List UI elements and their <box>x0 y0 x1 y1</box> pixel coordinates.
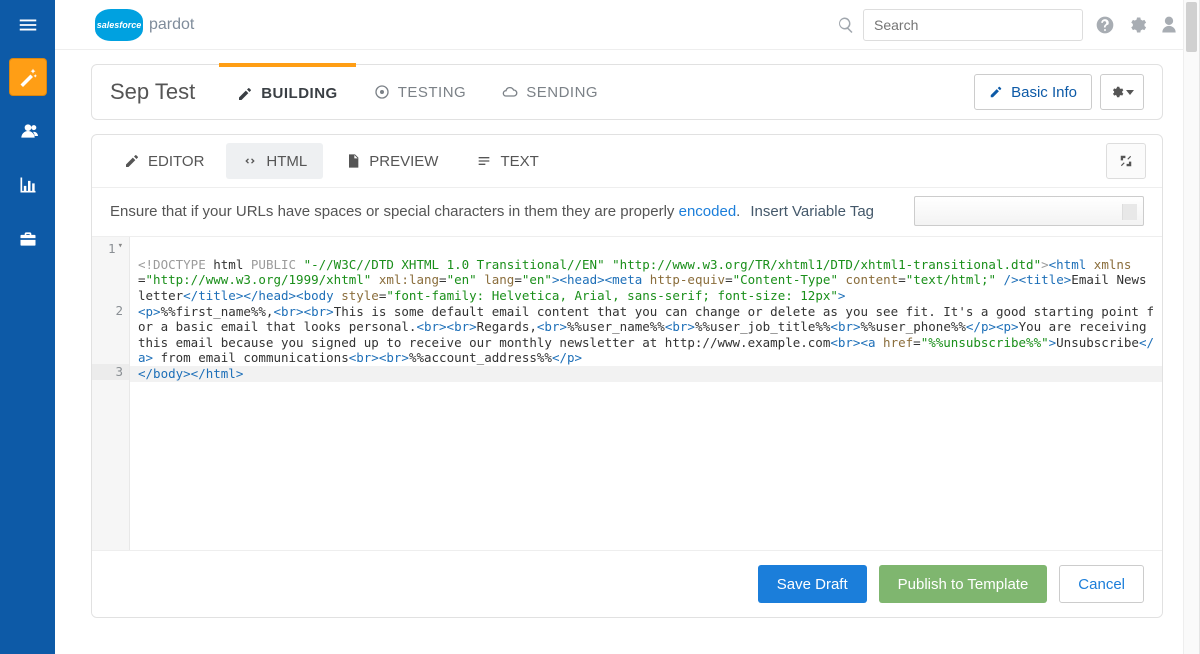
step-testing[interactable]: TESTING <box>356 64 485 120</box>
hamburger-icon <box>17 14 39 36</box>
header-menu-button[interactable] <box>1100 74 1144 110</box>
editor-panel: EDITOR HTML PREVIEW TEXT <box>91 134 1163 618</box>
brand-logo[interactable]: salesforce pardot <box>95 9 194 41</box>
target-icon <box>374 84 390 100</box>
menu-toggle[interactable] <box>0 0 55 50</box>
tab-preview[interactable]: PREVIEW <box>329 143 454 179</box>
nav-briefcase[interactable] <box>9 220 47 258</box>
tab-label: HTML <box>266 153 307 170</box>
tab-editor[interactable]: EDITOR <box>108 143 220 179</box>
page-scrollbar[interactable] <box>1183 0 1199 654</box>
brand-product: pardot <box>149 16 194 34</box>
gear-icon <box>1110 85 1124 99</box>
step-label: TESTING <box>398 84 467 101</box>
nav-analytics[interactable] <box>9 166 47 204</box>
line-gutter: 1▾ 2 3 <box>92 237 130 550</box>
insert-variable-select[interactable] <box>914 196 1144 226</box>
step-building[interactable]: BUILDING <box>219 63 356 120</box>
user-icon[interactable] <box>1159 15 1179 35</box>
tab-label: EDITOR <box>148 153 204 170</box>
basic-info-button[interactable]: Basic Info <box>974 74 1092 110</box>
tab-html[interactable]: HTML <box>226 143 323 179</box>
page-title: Sep Test <box>110 79 219 105</box>
basic-info-label: Basic Info <box>1011 84 1077 101</box>
editor-footer: Save Draft Publish to Template Cancel <box>92 550 1162 617</box>
document-icon <box>345 153 361 169</box>
people-icon <box>18 121 38 141</box>
info-bar: Ensure that if your URLs have spaces or … <box>92 187 1162 237</box>
briefcase-icon <box>18 229 38 249</box>
expand-icon <box>1119 154 1133 168</box>
cloud-icon <box>502 84 518 100</box>
tab-text[interactable]: TEXT <box>460 143 554 179</box>
expand-button[interactable] <box>1106 143 1146 179</box>
lines-icon <box>476 153 492 169</box>
step-label: BUILDING <box>261 85 338 102</box>
main-area: salesforce pardot Sep Test BUILDING <box>55 0 1200 654</box>
nav-people[interactable] <box>9 112 47 150</box>
left-sidebar <box>0 0 55 654</box>
publish-template-button[interactable]: Publish to Template <box>879 565 1048 603</box>
tab-label: PREVIEW <box>369 153 438 170</box>
insert-variable-label: Insert Variable Tag <box>750 203 874 220</box>
topbar: salesforce pardot <box>55 0 1199 50</box>
code-content[interactable]: <!DOCTYPE html PUBLIC "-//W3C//DTD XHTML… <box>130 237 1162 550</box>
wand-icon <box>18 67 38 87</box>
search-icon[interactable] <box>837 16 855 34</box>
settings-icon[interactable] <box>1127 15 1147 35</box>
tab-label: TEXT <box>500 153 538 170</box>
code-editor[interactable]: 1▾ 2 3 <!DOCTYPE html PUBLIC "-//W3C//DT… <box>92 237 1162 550</box>
code-icon <box>242 153 258 169</box>
info-text: Ensure that if your URLs have spaces or … <box>110 203 740 220</box>
encoded-link[interactable]: encoded <box>679 203 737 220</box>
nav-wand[interactable] <box>9 58 47 96</box>
caret-down-icon <box>1126 90 1134 95</box>
search-input[interactable] <box>863 9 1083 41</box>
chart-icon <box>18 175 38 195</box>
cloud-icon: salesforce <box>95 9 143 41</box>
edit-icon <box>124 153 140 169</box>
save-draft-button[interactable]: Save Draft <box>758 565 867 603</box>
pencil-icon <box>989 85 1003 99</box>
cancel-button[interactable]: Cancel <box>1059 565 1144 603</box>
page-header: Sep Test BUILDING TESTING SENDING Basic … <box>91 64 1163 120</box>
edit-icon <box>237 86 253 102</box>
help-icon[interactable] <box>1095 15 1115 35</box>
editor-tabs: EDITOR HTML PREVIEW TEXT <box>92 135 1162 187</box>
step-label: SENDING <box>526 84 598 101</box>
step-sending[interactable]: SENDING <box>484 64 616 120</box>
